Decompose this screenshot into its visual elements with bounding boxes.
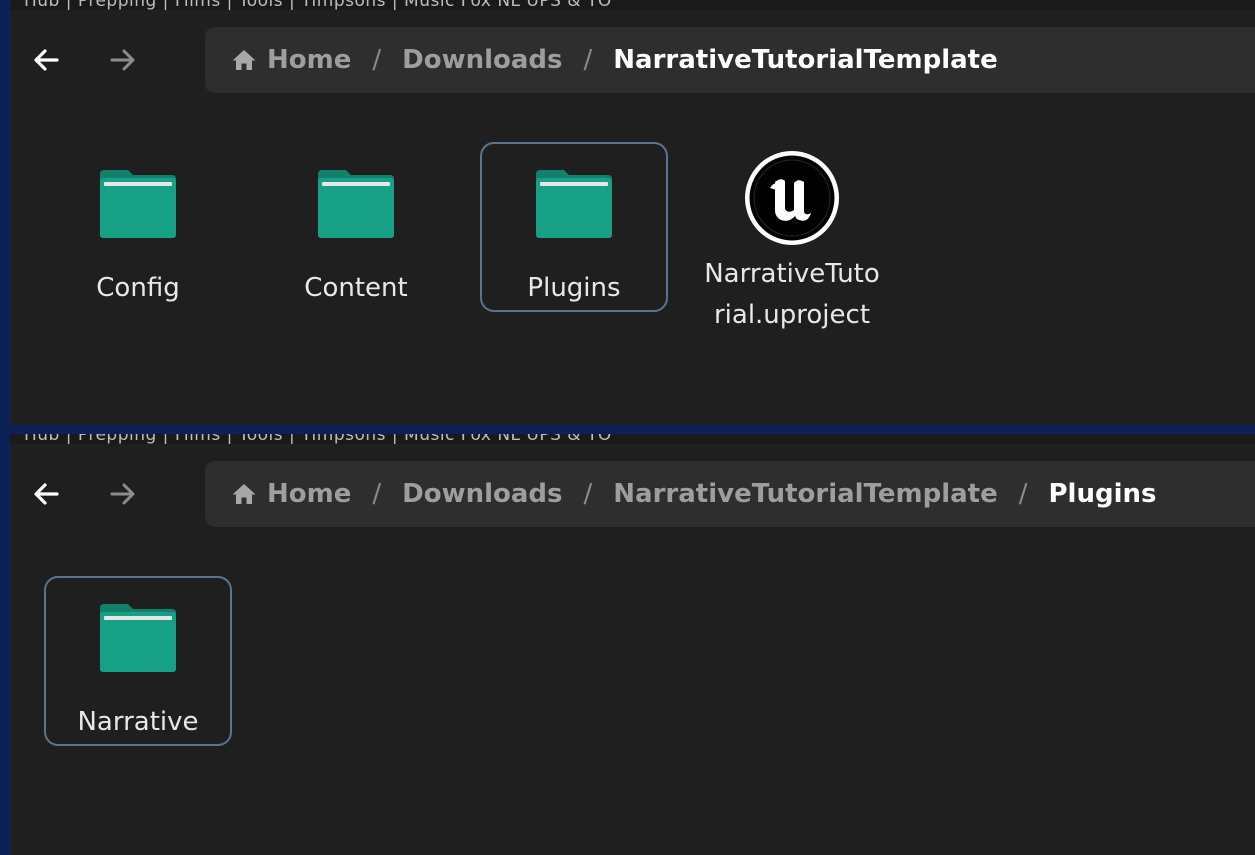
file-item-narrative[interactable]: Narrative [44, 576, 232, 746]
file-manager-window: Hub | Prepping | Films | Tools | Timpson… [10, 0, 1255, 425]
breadcrumb-item-narrativetutorialtemplate[interactable]: NarrativeTutorialTemplate [613, 45, 997, 75]
file-name: Content [304, 273, 408, 303]
file-item-config[interactable]: Config [44, 142, 232, 312]
breadcrumb-separator: / [583, 479, 593, 509]
file-item-plugins[interactable]: Plugins [480, 142, 668, 312]
breadcrumb-separator: / [583, 45, 593, 75]
folder-icon [316, 164, 396, 240]
bookmarks-text[interactable]: Hub | Prepping | Films | Tools | Timpson… [24, 434, 612, 444]
unreal-engine-icon [744, 150, 840, 246]
arrow-right-icon [110, 49, 135, 71]
file-name: NarrativeTutorial.uproject [704, 259, 880, 330]
file-name: Plugins [527, 273, 621, 303]
breadcrumb-home[interactable]: Home [231, 479, 351, 509]
breadcrumb-separator: / [1018, 479, 1028, 509]
file-name: Config [96, 273, 180, 303]
file-name: Narrative [77, 707, 199, 737]
breadcrumb-home-label: Home [267, 479, 352, 509]
arrow-right-icon [110, 483, 135, 505]
home-icon [232, 50, 256, 70]
back-button[interactable] [26, 36, 66, 84]
breadcrumb: Home / Downloads / NarrativeTutorialTemp… [205, 27, 1255, 93]
breadcrumb: Home / Downloads / NarrativeTutorialTemp… [205, 461, 1255, 527]
forward-button[interactable] [103, 36, 143, 84]
file-manager-window: Hub | Prepping | Films | Tools | Timpson… [10, 434, 1255, 855]
bookmarks-bar: Hub | Prepping | Films | Tools | Timpson… [10, 0, 1255, 10]
breadcrumb-item-downloads[interactable]: Downloads [402, 479, 562, 509]
breadcrumb-item-narrativetutorialtemplate[interactable]: NarrativeTutorialTemplate [613, 479, 997, 509]
forward-button[interactable] [103, 470, 143, 518]
breadcrumb-item-plugins[interactable]: Plugins [1048, 479, 1156, 509]
folder-icon [534, 164, 614, 240]
file-item-narrativetutorial-uproject[interactable]: NarrativeTutorial.uproject [698, 142, 886, 392]
breadcrumb-separator: / [372, 479, 382, 509]
folder-icon [98, 598, 178, 674]
folder-icon [98, 164, 178, 240]
breadcrumb-home[interactable]: Home [231, 45, 351, 75]
arrow-left-icon [34, 49, 59, 71]
bookmarks-bar: Hub | Prepping | Films | Tools | Timpson… [10, 434, 1255, 444]
breadcrumb-item-downloads[interactable]: Downloads [402, 45, 562, 75]
home-icon [232, 484, 256, 504]
arrow-left-icon [34, 483, 59, 505]
bookmarks-text[interactable]: Hub | Prepping | Films | Tools | Timpson… [24, 0, 612, 10]
breadcrumb-home-label: Home [267, 45, 352, 75]
file-item-content[interactable]: Content [262, 142, 450, 312]
back-button[interactable] [26, 470, 66, 518]
breadcrumb-separator: / [372, 45, 382, 75]
